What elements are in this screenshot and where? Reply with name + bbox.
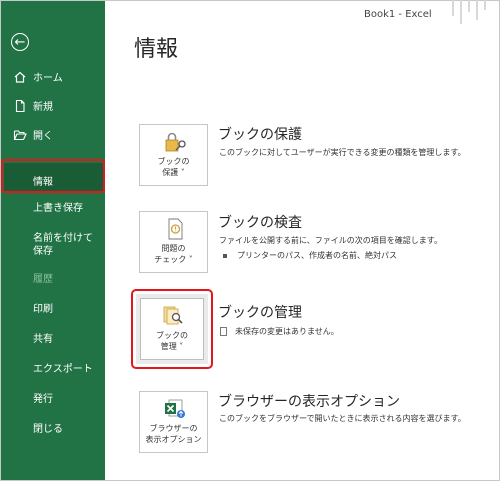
nav-close[interactable]: 閉じる xyxy=(33,423,99,436)
nav-home[interactable]: ホーム xyxy=(13,69,63,84)
nav-save[interactable]: 上書き保存 xyxy=(33,202,99,215)
manage-workbook-desc: 未保存の変更はありません。 xyxy=(220,326,339,337)
inspect-bullet: プリンターのパス、作成者の名前、絶対パス xyxy=(223,250,397,261)
nav-new-label: 新規 xyxy=(33,102,53,113)
decor-line xyxy=(452,0,454,16)
home-icon xyxy=(13,70,27,84)
open-folder-icon xyxy=(13,128,27,142)
decor-line xyxy=(484,0,486,10)
protect-workbook-title: ブックの保護 xyxy=(218,127,302,143)
protect-workbook-button[interactable]: ブックの 保護 ˅ xyxy=(139,124,208,186)
protect-workbook-desc: このブックに対してユーザーが実行できる変更の種類を管理します。 xyxy=(219,148,466,157)
decor-line xyxy=(476,0,478,20)
manage-workbook-highlight xyxy=(131,289,213,369)
browser-view-options-title: ブラウザーの表示オプション xyxy=(218,394,400,410)
excel-browser-icon xyxy=(163,398,187,420)
manage-workbook-title: ブックの管理 xyxy=(218,305,302,321)
browser-view-options-label: ブラウザーの 表示オプション xyxy=(145,424,202,444)
check-issues-button[interactable]: 問題の チェック ˅ xyxy=(139,211,208,273)
manage-workbook-desc-text: 未保存の変更はありません。 xyxy=(235,327,339,336)
window-title: Book1 - Excel xyxy=(364,9,432,20)
protect-workbook-label: ブックの 保護 ˅ xyxy=(157,157,190,177)
nav-info-highlight xyxy=(1,159,105,193)
nav-open[interactable]: 開く xyxy=(13,127,53,142)
nav-export[interactable]: エクスポート xyxy=(33,363,99,376)
lock-key-icon xyxy=(163,131,187,153)
page-title: 情報 xyxy=(134,37,179,62)
browser-view-options-desc: このブックをブラウザーで開いたときに表示される内容を選びます。 xyxy=(219,414,466,423)
nav-save-as[interactable]: 名前を付けて保存 xyxy=(33,232,99,258)
inspect-bullet-text: プリンターのパス、作成者の名前、絶対パス xyxy=(237,251,397,260)
inspect-workbook-desc: ファイルを公開する前に、ファイルの次の項目を確認します。 xyxy=(219,236,442,245)
new-document-icon xyxy=(13,99,27,113)
nav-publish[interactable]: 発行 xyxy=(33,393,99,406)
inspect-document-icon xyxy=(163,218,187,240)
browser-view-options-button[interactable]: ブラウザーの 表示オプション xyxy=(139,391,208,453)
decor-line xyxy=(468,0,470,12)
nav-history: 履歴 xyxy=(33,274,53,285)
bullet-square-icon xyxy=(223,253,227,258)
decor-line xyxy=(460,0,462,24)
back-arrow-icon[interactable]: ← xyxy=(11,33,29,51)
nav-share[interactable]: 共有 xyxy=(33,333,99,346)
backstage-sidebar: ← ホーム 新規 開く 情報 上書き保存 名前を付けて保存 履歴 印刷 共有 エ… xyxy=(1,1,105,480)
nav-new[interactable]: 新規 xyxy=(13,98,53,113)
check-issues-label: 問題の チェック ˅ xyxy=(154,244,193,264)
nav-print[interactable]: 印刷 xyxy=(33,303,99,316)
nav-open-label: 開く xyxy=(33,131,53,142)
inspect-workbook-title: ブックの検査 xyxy=(218,215,302,231)
nav-home-label: ホーム xyxy=(33,73,63,84)
document-icon xyxy=(220,327,227,336)
